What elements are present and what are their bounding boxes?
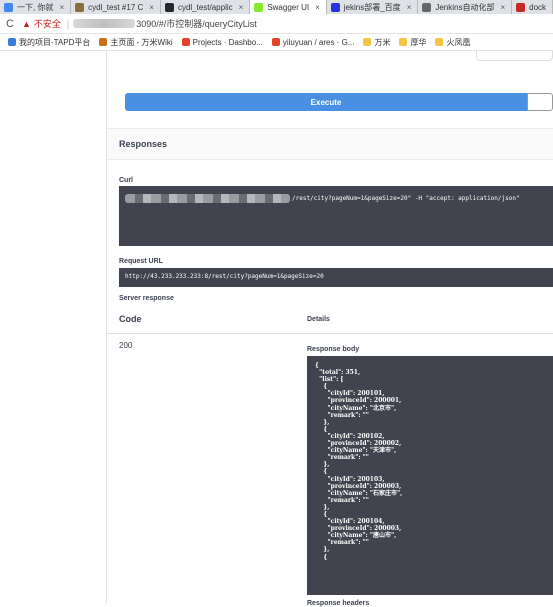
security-status[interactable]: 不安全 <box>34 17 61 30</box>
tab-label: Swagger UI <box>267 2 310 12</box>
bookmark-label: 厚华 <box>410 37 427 47</box>
bookmark-icon <box>8 38 16 46</box>
responses-header: Responses <box>107 128 553 160</box>
browser-tab[interactable]: cydl_test/applic × <box>161 0 251 14</box>
browser-tab[interactable]: jekins部署_百度 × <box>327 0 419 14</box>
browser-tab[interactable]: cydl_test #17 C × <box>71 0 161 14</box>
tab-favicon-icon <box>75 2 85 12</box>
parameters-box-edge <box>476 51 553 61</box>
bookmark-item[interactable]: 万米 <box>363 37 390 48</box>
bookmark-item[interactable]: yiluyuan / ares · G... <box>271 37 355 47</box>
request-url-box[interactable]: http://43.233.233.233:8/rest/city?pageNu… <box>119 268 553 287</box>
curl-label: Curl <box>119 177 133 184</box>
bookmark-icon <box>435 38 444 46</box>
tab-close-icon[interactable]: × <box>59 3 64 12</box>
clear-button[interactable] <box>527 93 553 111</box>
tab-close-icon[interactable]: × <box>407 3 412 12</box>
tab-label: cydl_test/applic <box>177 2 233 12</box>
responses-title: Responses <box>119 139 168 149</box>
bookmark-icon <box>181 38 190 46</box>
bookmark-label: yiluyuan / ares · G... <box>282 37 355 47</box>
tab-favicon-icon <box>422 2 432 12</box>
redacted-host <box>73 19 136 28</box>
swagger-page: Execute Responses Curl /rest/city?pageNu… <box>0 51 553 607</box>
tab-favicon-icon <box>4 2 13 12</box>
bookmark-label: 主页面 - 万米Wiki <box>110 37 173 47</box>
bookmark-label: Projects · Dashbo... <box>192 37 263 47</box>
warning-icon[interactable]: ▲ <box>22 19 31 29</box>
url-text[interactable]: 3090/#/市控制器/queryCityList <box>136 17 257 30</box>
bookmark-icon <box>99 38 108 46</box>
redacted-curl-prefix <box>125 194 290 203</box>
bookmark-icon <box>399 38 408 46</box>
bookmark-icon <box>271 38 280 46</box>
tab-label: Jenkins自动化部 <box>435 2 495 12</box>
response-code: 200 <box>119 341 133 350</box>
bookmarks-bar: 我的项目-TAPD平台 主页面 - 万米Wiki Projects · Dashbo… <box>0 34 553 51</box>
tab-favicon-icon <box>516 2 526 12</box>
bookmark-icon <box>363 38 372 46</box>
bookmark-item[interactable]: 主页面 - 万米Wiki <box>99 37 173 48</box>
execute-button[interactable]: Execute <box>125 93 527 111</box>
curl-box[interactable]: /rest/city?pageNum=1&pageSize=20" -H "ac… <box>119 186 553 246</box>
request-url: http://43.233.233.233:8/rest/city?pageNu… <box>125 273 324 280</box>
tab-close-icon[interactable]: × <box>500 3 505 12</box>
tab-favicon-icon <box>254 2 264 12</box>
response-table-header: Code Details <box>107 306 553 334</box>
tab-label: cydl_test #17 C <box>88 2 144 12</box>
bookmark-item[interactable]: Projects · Dashbo... <box>181 37 263 47</box>
bookmark-item[interactable]: 厚华 <box>399 37 426 48</box>
bookmark-label: 火凤凰 <box>446 37 471 47</box>
response-body-label: Response body <box>307 346 360 353</box>
tab-favicon-icon <box>330 2 340 12</box>
tab-bar: 一下, 你就 × cydl_test #17 C × cydl_test/applic ×… <box>0 0 553 14</box>
browser-tab[interactable]: 一下, 你就 × <box>0 0 72 14</box>
bookmark-item[interactable]: 火凤凰 <box>435 37 470 48</box>
tab-close-icon[interactable]: × <box>239 3 244 12</box>
request-url-label: Request URL <box>119 258 163 265</box>
server-response-label: Server response <box>119 295 174 302</box>
browser-tab[interactable]: Jenkins自动化部 × <box>418 0 513 14</box>
bookmark-label: 万米 <box>374 37 391 47</box>
browser-tab[interactable]: dock <box>512 0 553 14</box>
tab-close-icon[interactable]: × <box>149 3 154 12</box>
tab-label: 一下, 你就 <box>17 2 54 12</box>
details-column-header: Details <box>307 316 330 323</box>
address-bar[interactable]: C ▲ 不安全 | 3090/#/市控制器/queryCityList <box>0 14 553 34</box>
address-separator: | <box>66 18 70 29</box>
tab-close-icon[interactable]: × <box>315 3 320 12</box>
tab-label: dock <box>529 2 547 12</box>
reload-icon[interactable]: C <box>6 18 14 30</box>
bookmark-item[interactable]: 我的项目-TAPD平台 <box>8 37 90 48</box>
response-body[interactable]: { "total": 351, "list": [ { "cityId": 20… <box>307 356 553 595</box>
tab-favicon-icon <box>164 2 174 12</box>
tab-label: jekins部署_百度 <box>343 2 401 12</box>
bookmark-label: 我的项目-TAPD平台 <box>19 37 91 47</box>
browser-tab[interactable]: Swagger UI × <box>250 0 327 14</box>
code-column-header: Code <box>119 314 142 324</box>
curl-command: /rest/city?pageNum=1&pageSize=20" -H "ac… <box>292 195 520 202</box>
